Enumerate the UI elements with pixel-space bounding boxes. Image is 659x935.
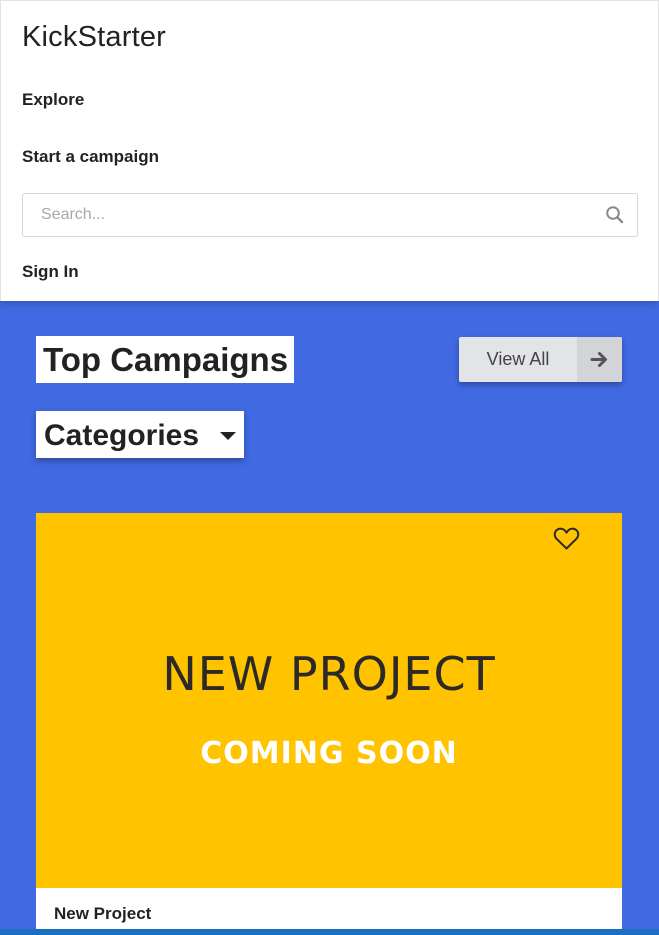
nav-link-start-campaign[interactable]: Start a campaign (22, 147, 159, 167)
search-icon[interactable] (605, 205, 625, 225)
campaign-image-subline: COMING SOON (200, 736, 458, 771)
categories-dropdown[interactable]: Categories (36, 411, 244, 458)
view-all-label: View All (486, 349, 550, 369)
nav-link-explore[interactable]: Explore (22, 90, 84, 110)
navbar: KickStarter Explore Start a campaign Sig… (0, 0, 659, 301)
chevron-down-icon (220, 432, 236, 440)
campaign-image-headline: NEW PROJECT (162, 647, 496, 701)
heart-icon[interactable] (553, 526, 580, 551)
search-box (22, 193, 638, 237)
arrow-right-icon (590, 352, 607, 367)
categories-selected: Categories (44, 419, 200, 452)
campaign-image[interactable]: NEW PROJECT COMING SOON (36, 513, 622, 888)
view-all-arrow (577, 337, 622, 382)
search-input[interactable] (23, 194, 593, 236)
view-all-button[interactable]: View All (459, 337, 622, 382)
page-title: Top Campaigns (36, 336, 295, 383)
main-section: Top Campaigns View All Categories NEW PR… (0, 301, 659, 935)
bottom-strip (0, 929, 659, 935)
campaign-card[interactable]: NEW PROJECT COMING SOON New Project (36, 513, 622, 935)
campaign-title[interactable]: New Project (54, 904, 151, 924)
nav-link-sign-in[interactable]: Sign In (22, 262, 79, 282)
brand-logo[interactable]: KickStarter (22, 21, 166, 54)
